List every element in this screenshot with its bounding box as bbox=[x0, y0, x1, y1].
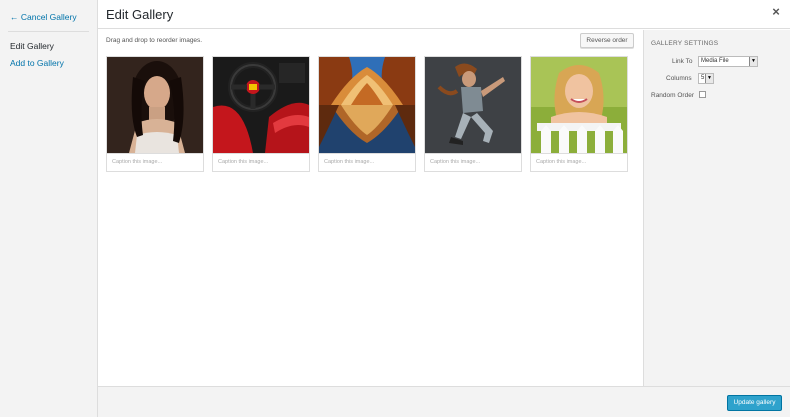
portrait-woman-photo bbox=[107, 57, 203, 153]
drag-instructions: Drag and drop to reorder images. bbox=[106, 37, 203, 44]
settings-heading: Gallery Settings bbox=[651, 40, 719, 47]
gallery-content: Drag and drop to reorder images. Reverse… bbox=[98, 30, 643, 386]
page-title: Edit Gallery bbox=[106, 7, 174, 22]
canyon-landscape-photo bbox=[319, 57, 415, 153]
link-to-select[interactable]: Media File ▼ bbox=[698, 56, 758, 67]
frame-header: Edit Gallery bbox=[98, 0, 790, 29]
smiling-woman-fence-photo bbox=[531, 57, 627, 153]
dancer-photo bbox=[425, 57, 521, 153]
columns-select[interactable]: 5 ▼ bbox=[698, 73, 714, 84]
random-order-checkbox[interactable] bbox=[699, 91, 706, 98]
reverse-order-button[interactable]: Reverse order bbox=[580, 33, 634, 48]
attachment-2[interactable]: Caption this image... bbox=[212, 56, 310, 172]
cancel-gallery-link[interactable]: ← Cancel Gallery bbox=[10, 12, 77, 22]
attachment-1[interactable]: Caption this image... bbox=[106, 56, 204, 172]
frame-toolbar: Update gallery bbox=[98, 386, 790, 417]
menu-item-add-to-gallery[interactable]: Add to Gallery bbox=[10, 58, 64, 68]
car-interior-photo bbox=[213, 57, 309, 153]
caption-input[interactable]: Caption this image... bbox=[319, 153, 415, 171]
update-gallery-button[interactable]: Update gallery bbox=[727, 395, 782, 411]
menu-separator bbox=[8, 31, 89, 32]
chevron-down-icon: ▼ bbox=[749, 57, 757, 66]
media-menu: ← Cancel Gallery Edit Gallery Add to Gal… bbox=[0, 0, 98, 417]
random-order-label: Random Order bbox=[651, 92, 694, 99]
attachment-4[interactable]: Caption this image... bbox=[424, 56, 522, 172]
chevron-down-icon: ▼ bbox=[705, 74, 713, 83]
caption-input[interactable]: Caption this image... bbox=[531, 153, 627, 171]
caption-input[interactable]: Caption this image... bbox=[107, 153, 203, 171]
attachment-3[interactable]: Caption this image... bbox=[318, 56, 416, 172]
close-icon[interactable]: × bbox=[770, 5, 782, 18]
attachment-5[interactable]: Caption this image... bbox=[530, 56, 628, 172]
caption-input[interactable]: Caption this image... bbox=[213, 153, 309, 171]
columns-value: 5 bbox=[701, 75, 705, 81]
menu-item-edit-gallery[interactable]: Edit Gallery bbox=[10, 41, 54, 51]
gallery-settings-panel: Gallery Settings Link To Media File ▼ Co… bbox=[643, 30, 790, 386]
link-to-label: Link To bbox=[672, 58, 693, 65]
link-to-value: Media File bbox=[701, 58, 729, 64]
columns-label: Columns bbox=[666, 75, 692, 82]
caption-input[interactable]: Caption this image... bbox=[425, 153, 521, 171]
